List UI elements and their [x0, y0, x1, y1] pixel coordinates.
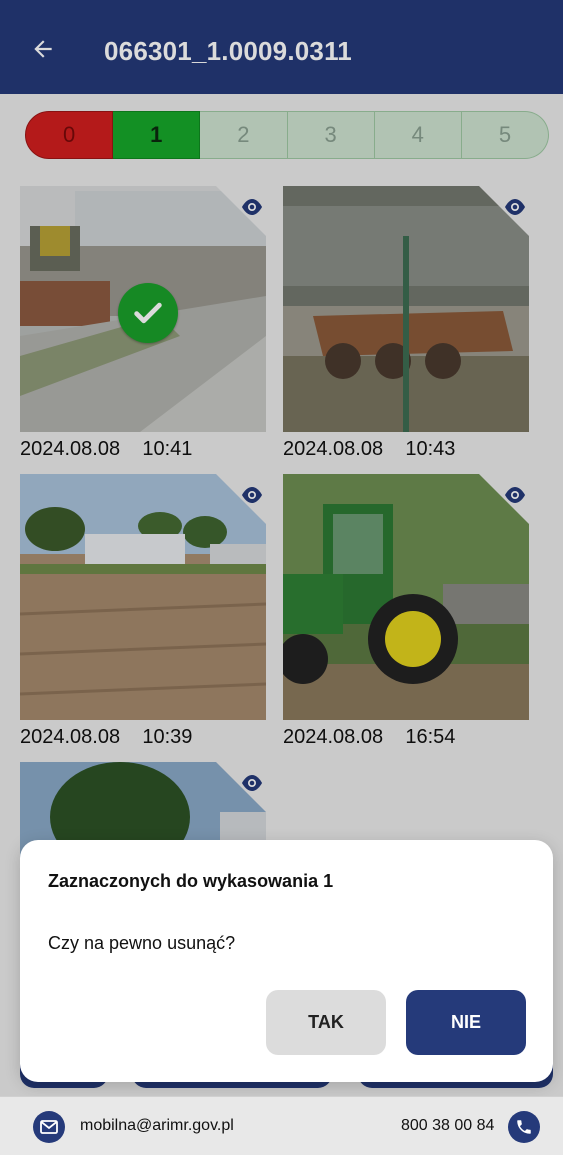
cancel-button[interactable]: NIE	[406, 990, 526, 1055]
contact-email[interactable]: mobilna@arimr.gov.pl	[80, 1117, 234, 1135]
dialog-message: Czy na pewno usunąć?	[48, 933, 236, 953]
confirm-button[interactable]: TAK	[266, 990, 386, 1055]
phone-icon[interactable]	[508, 1111, 540, 1143]
dialog-title: Zaznaczonych do wykasowania 1	[48, 871, 334, 891]
delete-confirm-dialog: Zaznaczonych do wykasowania 1 Czy na pew…	[20, 840, 553, 1082]
mail-icon[interactable]	[33, 1111, 65, 1143]
contact-footer: mobilna@arimr.gov.pl 800 38 00 84	[0, 1096, 563, 1155]
contact-phone[interactable]: 800 38 00 84	[401, 1117, 494, 1135]
